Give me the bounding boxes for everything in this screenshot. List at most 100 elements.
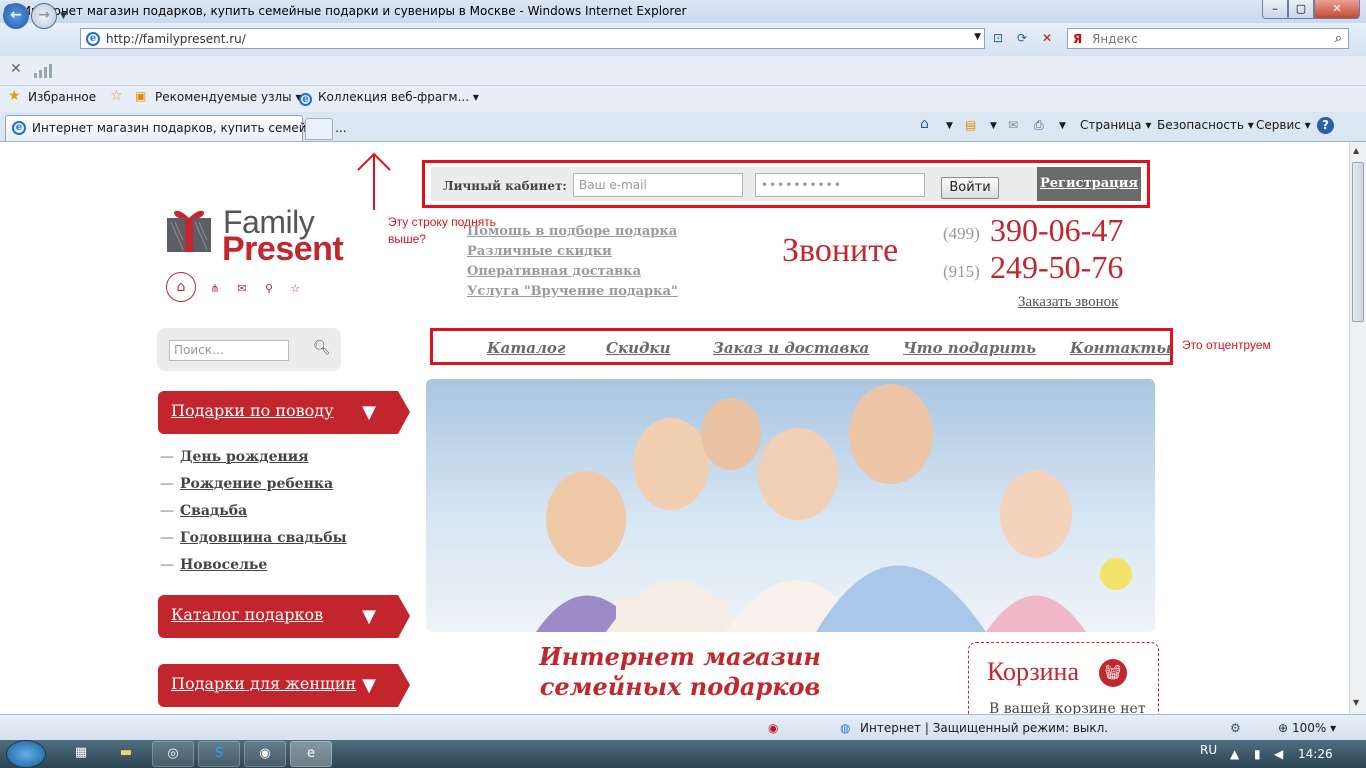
subcategory-housewarming[interactable]: — Новоселье — [160, 557, 267, 573]
print-dropdown-icon[interactable]: ▼ — [1059, 121, 1066, 131]
category-catalog[interactable]: Каталог подарков ▼ — [158, 595, 410, 638]
stop-icon[interactable]: ✕ — [1036, 28, 1058, 49]
scroll-up-icon[interactable]: ▲ — [1353, 146, 1359, 155]
home-icon[interactable]: ⌂ — [920, 116, 929, 132]
privacy-icon[interactable]: ◉ — [768, 721, 778, 735]
yandex-icon: Я — [1073, 32, 1083, 46]
service-link-delivery[interactable]: Оперативная доставка — [467, 264, 641, 279]
favorites-label[interactable]: Избранное — [28, 90, 96, 104]
tools-menu[interactable]: Сервис ▾ — [1256, 118, 1311, 132]
site-search-input[interactable]: Поиск… — [169, 340, 289, 361]
annotation-arrow-icon — [357, 152, 391, 210]
security-menu[interactable]: Безопасность ▾ — [1157, 118, 1254, 132]
subcategory-anniversary[interactable]: — Годовщина свадьбы — [160, 530, 347, 546]
feeds-icon[interactable]: ▤ — [965, 118, 976, 132]
subcategory-wedding[interactable]: — Свадьба — [160, 503, 247, 519]
category-catalog-label[interactable]: Каталог подарков — [171, 605, 323, 624]
cart-title: Корзина — [987, 657, 1080, 686]
subcategory-birthday[interactable]: — День рождения — [160, 449, 308, 465]
sitemap-icon[interactable]: ⋔ — [208, 282, 222, 296]
new-tab-button[interactable] — [305, 118, 333, 140]
address-bar[interactable]: e http://familypresent.ru/ ▼ — [80, 28, 985, 49]
tab-label[interactable]: Интернет магазин подарков, купить семейн… — [32, 121, 347, 135]
site-search: Поиск… 🔍︎ — [157, 328, 341, 371]
close-toolbar-icon[interactable]: ✕ — [10, 61, 22, 77]
category-occasion[interactable]: Подарки по поводу ▼ — [158, 391, 410, 434]
taskbar: ▦ ▬ ◎ S ◉ e RU ▲ ▮ ◀ 14:26 — [0, 740, 1366, 768]
protected-mode-icon[interactable]: ⚙ — [1230, 721, 1241, 735]
category-occasion-label[interactable]: Подарки по поводу — [171, 401, 334, 420]
forward-button[interactable]: → — [31, 3, 57, 29]
menu-order-delivery[interactable]: Заказ и доставка — [713, 339, 869, 357]
call-heading: Звоните — [782, 232, 899, 269]
login-button[interactable]: Войти — [941, 177, 999, 199]
logo-word-present: Present — [222, 230, 344, 268]
category-women[interactable]: Подарки для женщин ▼ — [158, 664, 410, 707]
language-indicator[interactable]: RU — [1200, 743, 1217, 757]
page-menu[interactable]: Страница ▾ — [1080, 118, 1151, 132]
status-bar: ◉ ◍ Интернет | Защищенный режим: выкл. ⚙… — [0, 714, 1366, 740]
email-field[interactable]: Ваш e-mail — [573, 173, 743, 197]
volume-icon[interactable]: ◀ — [1274, 747, 1283, 761]
address-dropdown-icon[interactable]: ▼ — [974, 32, 981, 42]
gift-logo-icon — [167, 210, 211, 252]
tab-active[interactable]: e Интернет магазин подарков, купить семе… — [5, 115, 347, 141]
search-nav-icon[interactable]: ⚲ — [262, 282, 276, 296]
favorites-star-icon[interactable]: ★ — [8, 88, 21, 104]
tray-arrow-icon[interactable]: ▲ — [1230, 747, 1239, 761]
refresh-icon[interactable]: ⟳ — [1011, 28, 1033, 49]
category-women-label[interactable]: Подарки для женщин — [171, 674, 356, 693]
service-link-discounts[interactable]: Различные скидки — [467, 244, 612, 259]
menu-catalog[interactable]: Каталог — [487, 339, 565, 357]
help-icon[interactable]: ? — [1317, 117, 1334, 134]
vertical-scrollbar[interactable]: ▲ ▼ — [1349, 142, 1366, 714]
fav-item-webslices[interactable]: Коллекция веб-фрагм... ▾ — [318, 90, 479, 104]
clock[interactable]: 14:26 — [1298, 747, 1333, 761]
subcategory-baby[interactable]: — Рождение ребенка — [160, 476, 333, 492]
compatibility-icon[interactable]: ⊡ — [987, 28, 1009, 49]
zone-status: Интернет | Защищенный режим: выкл. — [860, 721, 1109, 735]
site-search-icon[interactable]: 🔍︎ — [313, 340, 331, 356]
home-nav-icon[interactable]: ⌂ — [166, 272, 196, 302]
mail-nav-icon[interactable]: ✉ — [235, 282, 249, 296]
search-placeholder[interactable]: Яндекс — [1092, 32, 1138, 46]
feeds-dropdown-icon[interactable]: ▼ — [990, 121, 997, 131]
favorite-nav-icon[interactable]: ☆ — [288, 282, 302, 296]
add-favorite-icon[interactable]: ☆ — [110, 88, 123, 104]
basket-icon[interactable]: 🧺︎ — [1099, 659, 1127, 687]
close-button[interactable]: ✕ — [1314, 0, 1360, 19]
phone-number-2: 249-50-76 — [990, 249, 1124, 285]
chevron-down-icon[interactable]: ▼ — [358, 402, 380, 424]
url-text[interactable]: http://familypresent.ru/ — [106, 32, 246, 46]
site-logo[interactable]: Family Present — [165, 204, 355, 268]
chevron-down-icon[interactable]: ▼ — [358, 675, 380, 697]
scroll-down-icon[interactable]: ▼ — [1353, 698, 1359, 707]
minimize-button[interactable]: – — [1262, 0, 1288, 19]
phone-number-1: 390-06-47 — [990, 212, 1124, 248]
tab-page-icon: e — [12, 121, 26, 135]
fav-item-suggested[interactable]: Рекомендуемые узлы ▾ — [155, 90, 301, 104]
home-dropdown-icon[interactable]: ▼ — [946, 121, 953, 131]
service-link-handover[interactable]: Услуга "Вручение подарка" — [467, 284, 678, 299]
menu-contacts[interactable]: Контакты — [1070, 339, 1171, 357]
network-icon[interactable]: ▮ — [1254, 747, 1261, 761]
page-icon: e — [86, 32, 100, 46]
register-link[interactable]: Регистрация — [1037, 167, 1141, 201]
history-dropdown-icon[interactable]: ▼ — [60, 11, 67, 21]
print-icon[interactable]: ⎙ — [1034, 118, 1044, 133]
search-icon[interactable]: ⌕ — [1335, 31, 1342, 46]
menu-discounts[interactable]: Скидки — [606, 339, 670, 357]
back-button[interactable]: ← — [3, 3, 29, 29]
menu-what-to-give[interactable]: Что подарить — [903, 339, 1036, 357]
phone-code-2: (915) — [943, 262, 980, 281]
password-field[interactable]: •••••••••• — [755, 173, 925, 197]
service-link-help[interactable]: Помощь в подборе подарка — [467, 224, 677, 239]
chevron-down-icon[interactable]: ▼ — [358, 606, 380, 628]
scroll-thumb[interactable] — [1352, 162, 1364, 322]
mail-icon[interactable]: ✉ — [1008, 118, 1018, 132]
zoom-level[interactable]: 100% ▾ — [1292, 721, 1336, 735]
search-box[interactable]: Я Яндекс ⌕ — [1067, 28, 1349, 49]
order-call-link[interactable]: Заказать звонок — [1018, 294, 1118, 311]
cart-widget[interactable]: Корзина 🧺︎ В вашей корзине нет — [968, 642, 1159, 714]
maximize-button[interactable]: ▢ — [1288, 0, 1314, 19]
